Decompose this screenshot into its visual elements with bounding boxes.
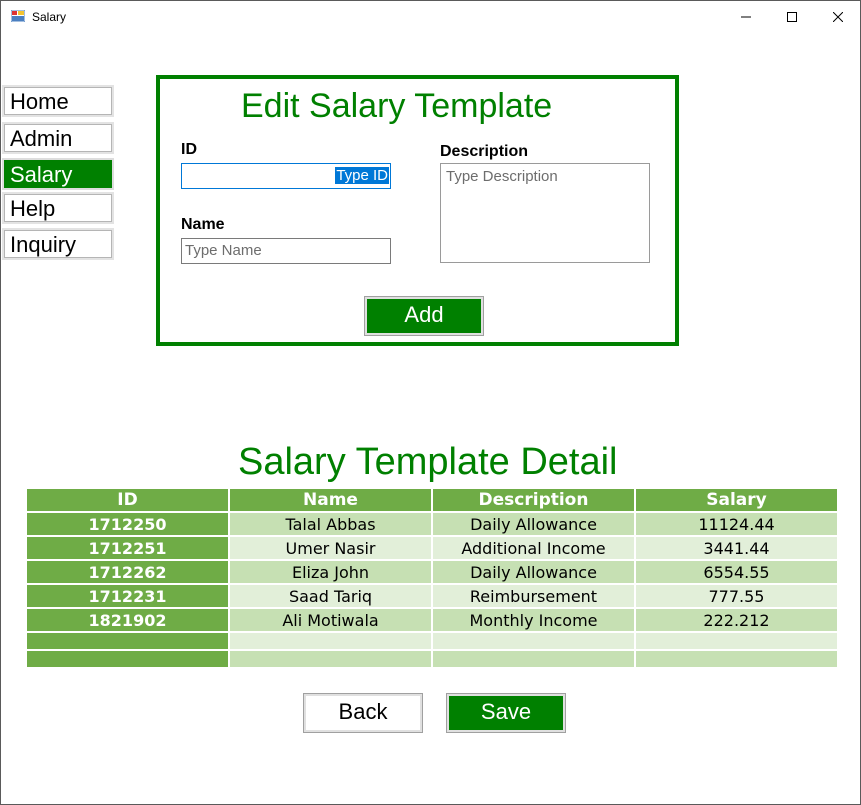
add-button[interactable]: Add bbox=[364, 296, 484, 336]
id-input[interactable]: Type ID bbox=[181, 163, 391, 189]
column-header-description[interactable]: Description bbox=[431, 487, 636, 513]
nav-home[interactable]: Home bbox=[2, 85, 114, 117]
salary-template-table: ID Name Description Salary 1712250 Talal… bbox=[25, 487, 839, 669]
cell-description[interactable]: Monthly Income bbox=[431, 607, 636, 633]
cell-salary[interactable]: 6554.55 bbox=[634, 559, 839, 585]
empty-cell[interactable] bbox=[25, 631, 230, 651]
window-title: Salary bbox=[32, 10, 67, 24]
maximize-button[interactable] bbox=[769, 1, 815, 33]
cell-id[interactable]: 1712262 bbox=[25, 559, 230, 585]
id-label: ID bbox=[181, 141, 197, 158]
cell-salary[interactable]: 222.212 bbox=[634, 607, 839, 633]
empty-cell[interactable] bbox=[431, 631, 636, 651]
title-bar: Salary bbox=[1, 1, 860, 33]
empty-cell[interactable] bbox=[228, 631, 433, 651]
column-header-salary[interactable]: Salary bbox=[634, 487, 839, 513]
salary-window: Salary Home Admin Salary Help Inquiry Ed… bbox=[0, 0, 861, 805]
description-label: Description bbox=[440, 143, 529, 160]
empty-cell[interactable] bbox=[634, 649, 839, 669]
panel-title: Edit Salary Template bbox=[241, 87, 553, 125]
cell-id[interactable]: 1712231 bbox=[25, 583, 230, 609]
cell-name[interactable]: Saad Tariq bbox=[228, 583, 433, 609]
save-button[interactable]: Save bbox=[446, 693, 566, 733]
table-header-row: ID Name Description Salary bbox=[25, 487, 839, 513]
cell-name[interactable]: Talal Abbas bbox=[228, 511, 433, 537]
cell-salary[interactable]: 11124.44 bbox=[634, 511, 839, 537]
nav-help[interactable]: Help bbox=[2, 192, 114, 224]
empty-cell[interactable] bbox=[228, 649, 433, 669]
id-placeholder: Type ID bbox=[335, 167, 389, 184]
cell-description[interactable]: Daily Allowance bbox=[431, 559, 636, 585]
back-button[interactable]: Back bbox=[303, 693, 423, 733]
edit-salary-template-panel: Edit Salary Template ID Type ID Name Typ… bbox=[156, 75, 679, 346]
table-row[interactable]: 1712231 Saad Tariq Reimbursement 777.55 bbox=[25, 583, 839, 609]
empty-table-row[interactable] bbox=[25, 649, 839, 669]
description-input[interactable]: Type Description bbox=[440, 163, 650, 263]
cell-name[interactable]: Eliza John bbox=[228, 559, 433, 585]
name-input[interactable]: Type Name bbox=[181, 238, 391, 264]
empty-cell[interactable] bbox=[431, 649, 636, 669]
minimize-button[interactable] bbox=[723, 1, 769, 33]
cell-salary[interactable]: 777.55 bbox=[634, 583, 839, 609]
close-icon bbox=[833, 12, 843, 22]
empty-cell[interactable] bbox=[634, 631, 839, 651]
cell-description[interactable]: Daily Allowance bbox=[431, 511, 636, 537]
maximize-icon bbox=[787, 12, 797, 22]
empty-table-row[interactable] bbox=[25, 631, 839, 651]
cell-description[interactable]: Additional Income bbox=[431, 535, 636, 561]
cell-salary[interactable]: 3441.44 bbox=[634, 535, 839, 561]
cell-name[interactable]: Ali Motiwala bbox=[228, 607, 433, 633]
cell-description[interactable]: Reimbursement bbox=[431, 583, 636, 609]
table-row[interactable]: 1821902 Ali Motiwala Monthly Income 222.… bbox=[25, 607, 839, 633]
table-row[interactable]: 1712262 Eliza John Daily Allowance 6554.… bbox=[25, 559, 839, 585]
column-header-id[interactable]: ID bbox=[25, 487, 230, 513]
name-label: Name bbox=[181, 216, 225, 233]
cell-id[interactable]: 1821902 bbox=[25, 607, 230, 633]
cell-id[interactable]: 1712250 bbox=[25, 511, 230, 537]
cell-name[interactable]: Umer Nasir bbox=[228, 535, 433, 561]
column-header-name[interactable]: Name bbox=[228, 487, 433, 513]
cell-id[interactable]: 1712251 bbox=[25, 535, 230, 561]
table-row[interactable]: 1712250 Talal Abbas Daily Allowance 1112… bbox=[25, 511, 839, 537]
nav-salary[interactable]: Salary bbox=[2, 158, 114, 190]
empty-cell[interactable] bbox=[25, 649, 230, 669]
minimize-icon bbox=[741, 16, 751, 18]
app-icon bbox=[11, 10, 25, 22]
nav-admin[interactable]: Admin bbox=[2, 122, 114, 154]
close-button[interactable] bbox=[815, 1, 861, 33]
nav-inquiry[interactable]: Inquiry bbox=[2, 228, 114, 260]
table-row[interactable]: 1712251 Umer Nasir Additional Income 344… bbox=[25, 535, 839, 561]
detail-title: Salary Template Detail bbox=[238, 441, 618, 483]
